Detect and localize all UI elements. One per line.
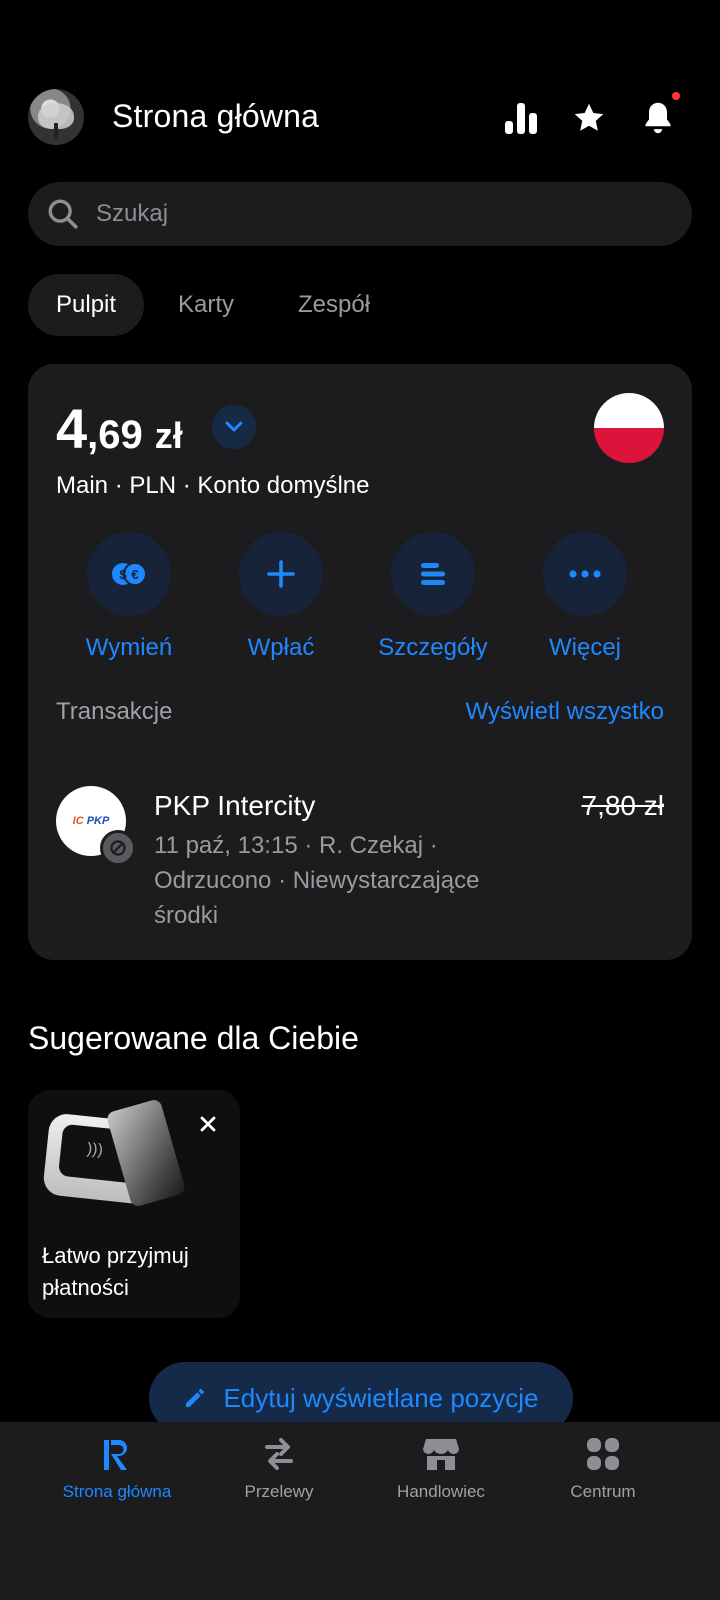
exchange-icon: $ €	[112, 562, 147, 586]
tab-karty[interactable]: Karty	[150, 274, 262, 336]
revolut-r-icon	[104, 1440, 127, 1470]
svg-text:€: €	[131, 567, 138, 582]
avatar[interactable]	[28, 89, 84, 145]
nav-transfers[interactable]: Przelewy	[189, 1436, 369, 1502]
search-input[interactable]	[94, 199, 618, 229]
nav-transfers-label: Przelewy	[244, 1482, 314, 1501]
notification-dot	[672, 92, 680, 100]
nav-merchant-label: Handlowiec	[397, 1482, 485, 1501]
see-all-link[interactable]: Wyświetl wszystko	[466, 698, 664, 726]
transactions-heading: Transakcje	[56, 698, 173, 725]
exchange-label[interactable]: Wymień	[49, 634, 209, 662]
transaction-meta: 11 paź, 13:15 · R. Czekaj · Odrzucono · …	[154, 832, 480, 929]
declined-badge-icon	[100, 830, 136, 866]
deposit-button[interactable]	[239, 532, 323, 616]
nav-merchant[interactable]: Handlowiec	[351, 1436, 531, 1502]
suggested-heading: Sugerowane dla Ciebie	[28, 1020, 359, 1056]
avatar-trunk-image	[54, 123, 58, 139]
nav-hub[interactable]: Centrum	[513, 1436, 693, 1502]
transaction-amount: 7,80 zł	[581, 790, 665, 821]
nav-hub-label: Centrum	[570, 1482, 636, 1501]
analytics-icon[interactable]	[501, 98, 541, 138]
nav-home-label: Strona główna	[62, 1482, 172, 1501]
balance-currency: zł	[154, 415, 183, 456]
suggestion-text: Łatwo przyjmuj płatności	[42, 1243, 189, 1300]
svg-text:$: $	[119, 567, 127, 582]
poland-flag-icon	[594, 393, 664, 463]
pkp-intercity-logo-icon: IC PKP	[72, 815, 110, 827]
plus-icon	[267, 560, 295, 588]
tab-pulpit[interactable]: Pulpit	[28, 274, 145, 336]
more-button[interactable]	[543, 532, 627, 616]
search-bar[interactable]	[28, 182, 692, 246]
store-icon	[423, 1439, 459, 1470]
more-label[interactable]: Więcej	[505, 634, 665, 662]
nav-home[interactable]: Strona główna	[27, 1436, 207, 1502]
more-icon	[569, 570, 601, 578]
bell-icon[interactable]	[638, 98, 678, 138]
search-icon	[48, 199, 78, 229]
close-icon[interactable]	[196, 1112, 220, 1136]
exchange-button[interactable]: $ €	[87, 532, 171, 616]
contactless-icon: )))	[86, 1140, 104, 1159]
details-button[interactable]	[391, 532, 475, 616]
chevron-down-icon	[225, 421, 243, 432]
deposit-label[interactable]: Wpłać	[201, 634, 361, 662]
details-icon	[421, 563, 445, 585]
account-dropdown-button[interactable]	[212, 405, 256, 449]
tab-zespol[interactable]: Zespół	[270, 274, 398, 336]
account-balance: 4 ,69 zł	[56, 396, 183, 461]
edit-items-label: Edytuj wyświetlane pozycje	[223, 1382, 539, 1413]
balance-integer: 4	[56, 397, 88, 460]
star-icon[interactable]	[569, 98, 609, 138]
transfer-icon	[265, 1438, 293, 1470]
details-label[interactable]: Szczegóły	[353, 634, 513, 662]
apps-grid-icon	[587, 1438, 619, 1470]
pencil-icon	[186, 1389, 205, 1407]
balance-decimal: ,69	[87, 413, 143, 457]
page-title: Strona główna	[112, 98, 320, 134]
transaction-merchant[interactable]: PKP Intercity	[154, 790, 315, 822]
account-subtitle: Main · PLN · Konto domyślne	[56, 472, 370, 499]
